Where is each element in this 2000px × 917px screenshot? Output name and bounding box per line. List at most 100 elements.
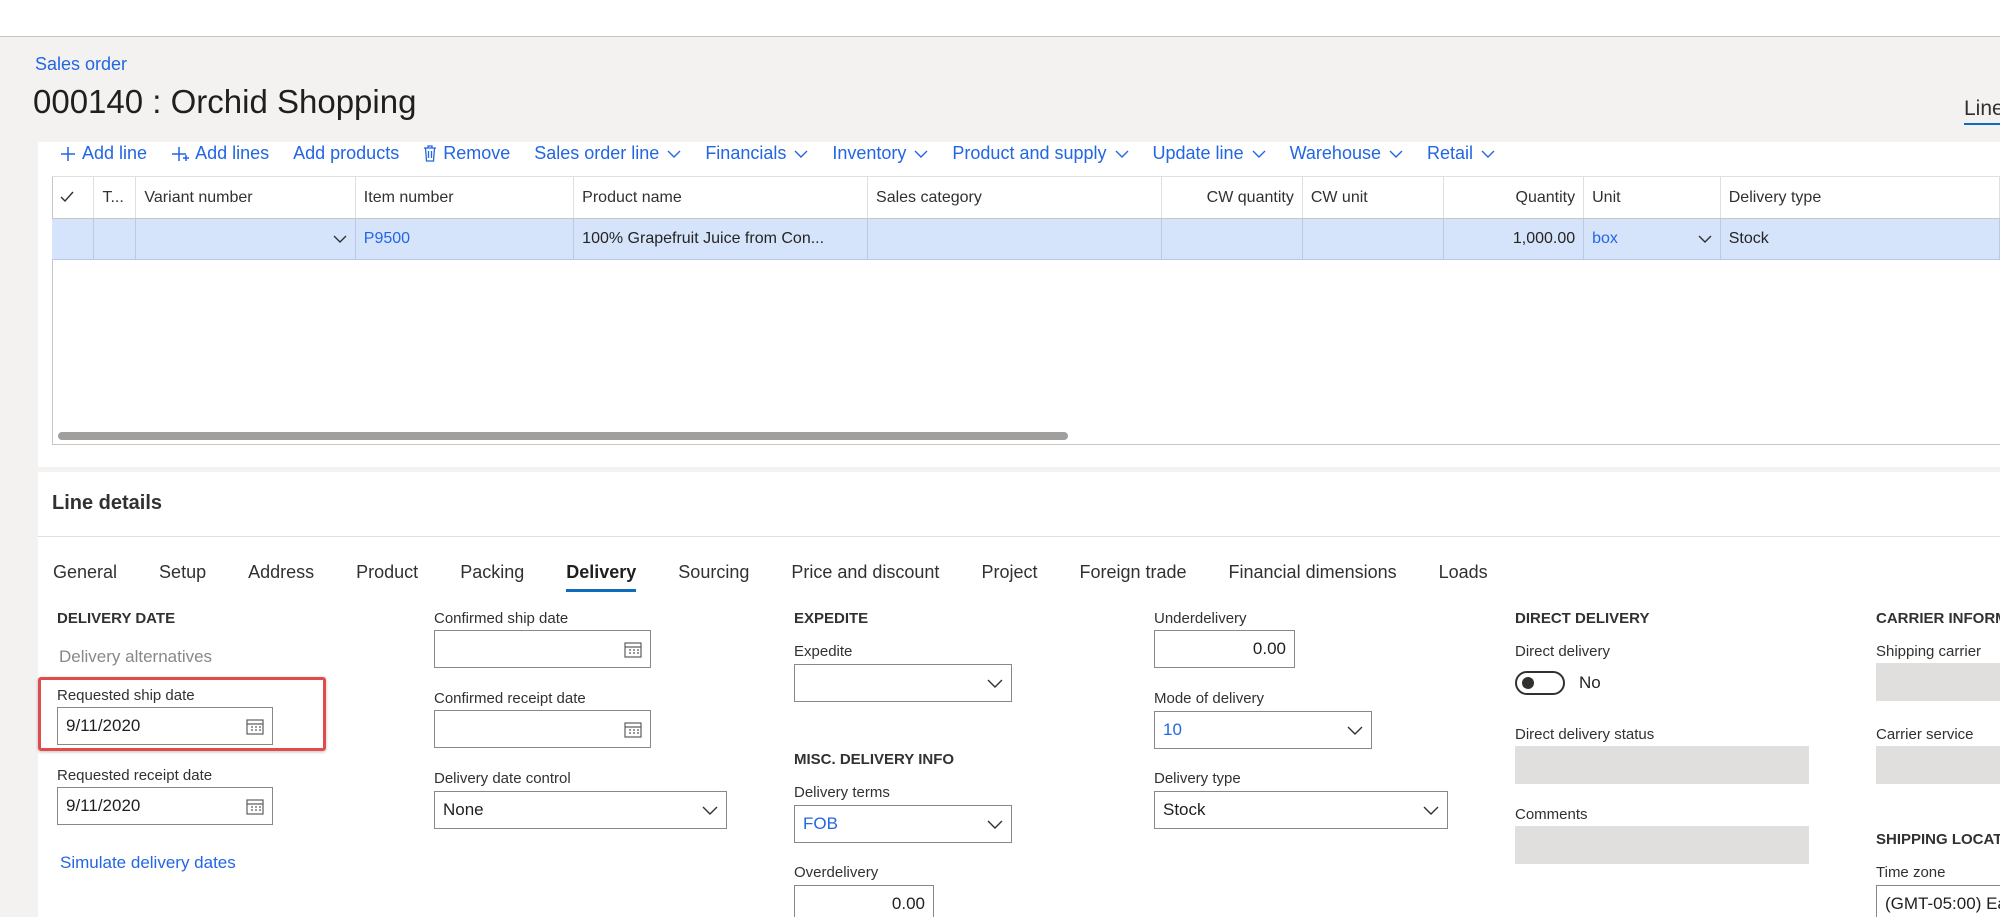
sales-order-line-menu[interactable]: Sales order line — [534, 143, 681, 164]
add-lines-label: Add lines — [195, 143, 270, 163]
time-zone-label: Time zone — [1876, 864, 1946, 881]
lines-toolbar: Add line Add lines Add products Remove S… — [60, 142, 1519, 165]
add-lines-button[interactable]: Add lines — [171, 143, 269, 164]
row-type-cell[interactable] — [93, 218, 137, 260]
delivery-date-control-select[interactable]: None — [434, 791, 727, 829]
retail-menu[interactable]: Retail — [1427, 143, 1495, 164]
table-row[interactable]: P9500 100% Grapefruit Juice from Con... … — [52, 218, 2000, 260]
variant-number-cell[interactable] — [135, 218, 356, 260]
product-and-supply-label: Product and supply — [952, 143, 1107, 163]
confirmed-receipt-date-field[interactable] — [434, 710, 651, 748]
financials-label: Financials — [705, 143, 787, 163]
quantity-cell[interactable]: 1,000.00 — [1443, 218, 1585, 260]
warehouse-menu[interactable]: Warehouse — [1290, 143, 1403, 164]
delivery-type-select[interactable]: Stock — [1154, 791, 1448, 829]
overdelivery-field[interactable]: 0.00 — [794, 885, 934, 917]
requested-ship-date-label: Requested ship date — [57, 687, 195, 704]
delivery-date-control-value: None — [443, 800, 484, 819]
carrier-information-heading: CARRIER INFORMATION — [1876, 610, 2000, 627]
column-header-variant-number[interactable]: Variant number — [135, 176, 356, 219]
expedite-heading: EXPEDITE — [794, 610, 869, 627]
warehouse-label: Warehouse — [1289, 143, 1381, 163]
sales-category-cell[interactable] — [867, 218, 1163, 260]
add-products-label: Add products — [293, 143, 400, 163]
delivery-alternatives-link: Delivery alternatives — [59, 647, 213, 666]
horizontal-scrollbar[interactable] — [58, 432, 1068, 440]
lines-grid: T... Variant number Item number Product … — [52, 176, 2000, 260]
tab-financial-dimensions[interactable]: Financial dimensions — [1229, 562, 1397, 592]
requested-ship-date-field[interactable]: 9/11/2020 — [57, 707, 273, 745]
grid-header-row: T... Variant number Item number Product … — [52, 176, 2000, 219]
tab-packing[interactable]: Packing — [460, 562, 524, 592]
unit-cell[interactable]: box — [1583, 218, 1721, 260]
product-name-cell[interactable]: 100% Grapefruit Juice from Con... — [573, 218, 869, 260]
requested-receipt-date-field[interactable]: 9/11/2020 — [57, 787, 273, 825]
calendar-icon[interactable] — [246, 718, 264, 735]
expedite-select[interactable] — [794, 664, 1012, 702]
cw-unit-cell[interactable] — [1302, 218, 1445, 260]
top-bar — [0, 0, 2000, 37]
time-zone-field[interactable]: (GMT-05:00) Eastern Time — [1876, 885, 2000, 917]
chevron-down-icon — [987, 679, 1003, 688]
add-line-button[interactable]: Add line — [60, 143, 147, 164]
underdelivery-value: 0.00 — [1252, 639, 1286, 658]
breadcrumb[interactable]: Sales order — [35, 54, 127, 75]
calendar-icon[interactable] — [246, 798, 264, 815]
delivery-type-cell[interactable]: Stock — [1720, 218, 2000, 260]
row-select-cell[interactable] — [52, 218, 95, 260]
tab-general[interactable]: General — [53, 562, 117, 592]
direct-delivery-toggle[interactable] — [1515, 671, 1565, 695]
column-header-product-name[interactable]: Product name — [573, 176, 869, 219]
overdelivery-value: 0.00 — [891, 894, 925, 913]
column-header-unit[interactable]: Unit — [1583, 176, 1721, 219]
tab-loads[interactable]: Loads — [1439, 562, 1488, 592]
column-header-delivery-type[interactable]: Delivery type — [1720, 176, 2000, 219]
cw-quantity-cell[interactable] — [1161, 218, 1303, 260]
tab-address[interactable]: Address — [248, 562, 314, 592]
item-number-cell[interactable]: P9500 — [355, 218, 575, 260]
tab-price-and-discount[interactable]: Price and discount — [791, 562, 939, 592]
tab-sourcing[interactable]: Sourcing — [678, 562, 749, 592]
tab-project[interactable]: Project — [981, 562, 1037, 592]
carrier-column: CARRIER INFORMATION Shipping carrier Car… — [1874, 600, 2000, 917]
delivery-terms-select[interactable]: FOB — [794, 805, 1012, 843]
lines-tab[interactable]: Lines — [1964, 97, 2000, 125]
update-line-menu[interactable]: Update line — [1153, 143, 1266, 164]
product-and-supply-menu[interactable]: Product and supply — [952, 143, 1129, 164]
tab-foreign-trade[interactable]: Foreign trade — [1079, 562, 1186, 592]
column-header-sales-category[interactable]: Sales category — [867, 176, 1163, 219]
add-products-button[interactable]: Add products — [293, 143, 399, 164]
line-details-title[interactable]: Line details — [52, 492, 162, 515]
calendar-icon[interactable] — [624, 721, 642, 738]
underdelivery-label: Underdelivery — [1154, 610, 1247, 627]
inventory-menu[interactable]: Inventory — [832, 143, 928, 164]
mode-of-delivery-select[interactable]: 10 — [1154, 711, 1372, 749]
delivery-date-heading: DELIVERY DATE — [57, 610, 176, 627]
delivery-terms-value: FOB — [803, 814, 838, 833]
requested-ship-date-value: 9/11/2020 — [66, 716, 141, 735]
chevron-down-icon — [667, 150, 681, 158]
carrier-service-field — [1876, 746, 2000, 784]
tab-setup[interactable]: Setup — [159, 562, 206, 592]
confirmed-ship-date-field[interactable] — [434, 630, 651, 668]
financials-menu[interactable]: Financials — [705, 143, 808, 164]
confirmed-receipt-date-label: Confirmed receipt date — [434, 690, 586, 707]
update-line-label: Update line — [1152, 143, 1244, 163]
column-header-cw-quantity[interactable]: CW quantity — [1161, 176, 1303, 219]
misc-delivery-info-heading: MISC. DELIVERY INFO — [794, 751, 955, 768]
remove-button[interactable]: Remove — [423, 143, 510, 164]
tab-product[interactable]: Product — [356, 562, 418, 592]
column-header-t[interactable]: T... — [93, 176, 137, 219]
tab-delivery[interactable]: Delivery — [566, 562, 637, 592]
calendar-icon[interactable] — [624, 641, 642, 658]
simulate-delivery-dates-link[interactable]: Simulate delivery dates — [60, 853, 236, 873]
underdelivery-field[interactable]: 0.00 — [1154, 630, 1295, 668]
select-all-checkbox[interactable] — [52, 176, 95, 219]
column-header-quantity[interactable]: Quantity — [1443, 176, 1585, 219]
time-zone-value: (GMT-05:00) Eastern Time — [1885, 894, 2000, 913]
comments-field — [1515, 826, 1809, 864]
mode-of-delivery-value: 10 — [1163, 720, 1182, 739]
column-header-item-number[interactable]: Item number — [355, 176, 575, 219]
chevron-down-icon — [333, 235, 347, 243]
column-header-cw-unit[interactable]: CW unit — [1302, 176, 1445, 219]
